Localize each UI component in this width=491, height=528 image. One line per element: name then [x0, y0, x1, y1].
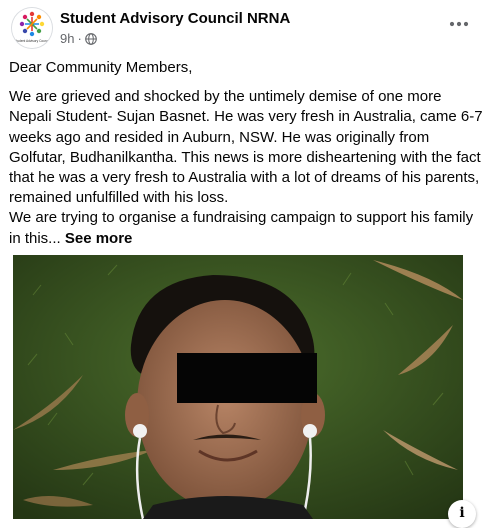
page-avatar[interactable]: Student Advisory Council [12, 8, 52, 48]
photo-image [13, 255, 463, 519]
post-line: weeks ago and resided in Auburn, NSW. He… [9, 128, 430, 146]
post-meta: 9h · [60, 31, 97, 46]
logo-icon: Student Advisory Council [12, 8, 52, 48]
post-line: that he was a very fresh to Australia wi… [9, 169, 480, 187]
post-header: Student Advisory Council Student Advisor… [0, 0, 491, 56]
see-more-link[interactable]: See more [65, 230, 133, 247]
post-line: We are trying to organise a fundraising … [9, 209, 474, 227]
post-photo[interactable] [13, 255, 463, 519]
avatar-caption: Student Advisory Council [14, 39, 50, 43]
post-line: Nepali Student- Sujan Basnet. He was ver… [9, 108, 483, 126]
more-options-button[interactable] [445, 14, 473, 34]
post-paragraph: We are grieved and shocked by the untime… [9, 87, 485, 249]
post-line: in this... [9, 229, 61, 247]
more-horizontal-icon [449, 21, 469, 27]
post-line: Golfutar, Budhanilkantha. This news is m… [9, 148, 481, 166]
post-greeting: Dear Community Members, [9, 59, 193, 76]
post-time[interactable]: 9h [60, 31, 74, 46]
post-line: remained unfulfilled with his loss. [9, 189, 229, 207]
post-line: We are grieved and shocked by the untime… [9, 88, 442, 106]
meta-separator: · [77, 31, 82, 46]
globe-icon[interactable] [84, 32, 97, 45]
info-button[interactable]: i [448, 500, 476, 528]
page-name[interactable]: Student Advisory Council NRNA [60, 10, 290, 27]
post-message: Dear Community Members, We are grieved a… [9, 58, 485, 249]
